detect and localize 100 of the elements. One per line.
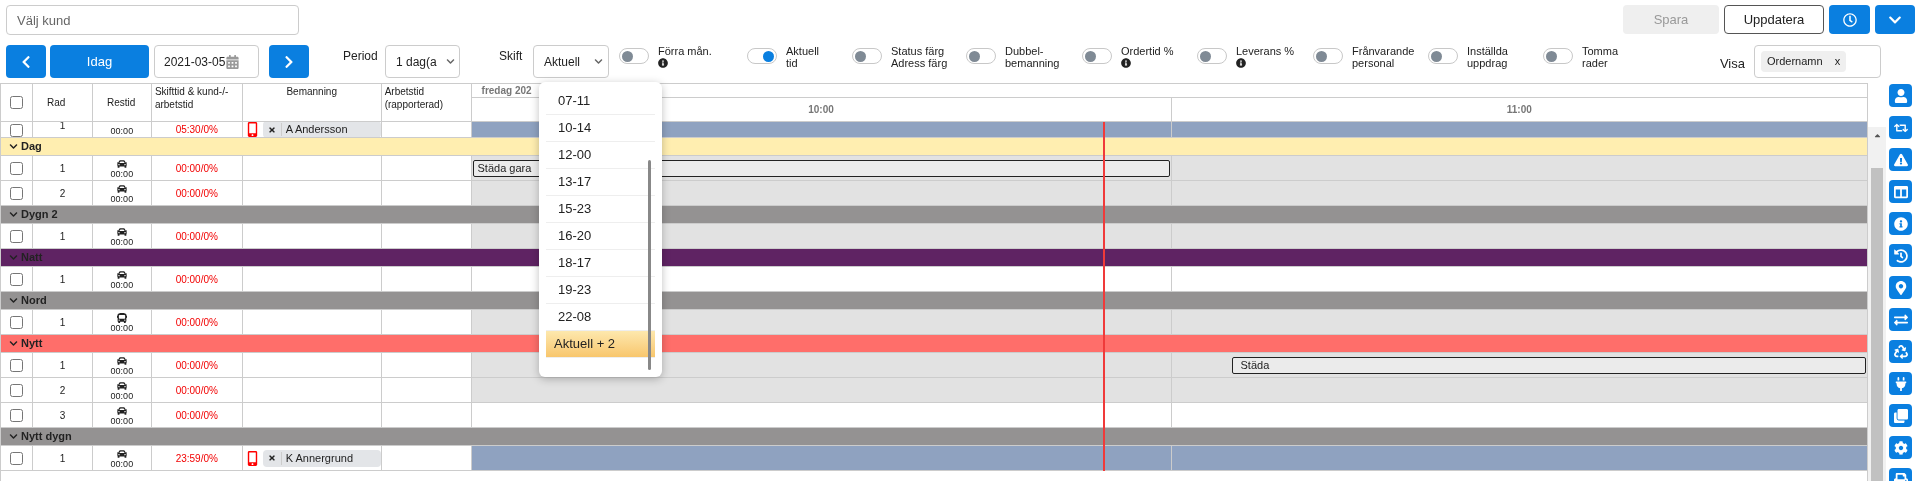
shift-time: 00:00/0% <box>175 315 218 330</box>
remove-icon[interactable] <box>267 454 276 462</box>
toggle-switch[interactable] <box>1428 48 1458 64</box>
toggle-switch[interactable] <box>852 48 882 64</box>
info-icon[interactable] <box>658 58 668 68</box>
scrollbar[interactable] <box>1868 127 1886 481</box>
shift-option[interactable]: 10-14 <box>546 115 655 142</box>
shift-time: 00:00/0% <box>175 229 218 244</box>
info-icon[interactable] <box>1236 58 1246 68</box>
travel-time: 00:00 <box>110 194 134 204</box>
row-number: 1 <box>59 359 66 373</box>
row-checkbox[interactable] <box>10 358 23 372</box>
sidebar-button[interactable] <box>1889 212 1912 235</box>
select-all-checkbox[interactable] <box>10 96 23 109</box>
row-checkbox[interactable] <box>10 272 23 286</box>
row-checkbox[interactable] <box>10 161 23 175</box>
travel-time: 00:00 <box>110 237 134 247</box>
shift-time: 00:00/0% <box>175 408 218 423</box>
group-label: Natt <box>21 250 43 266</box>
shift-time: 00:00/0% <box>175 186 218 201</box>
sidebar-button[interactable] <box>1889 276 1912 299</box>
row-checkbox[interactable] <box>10 408 23 422</box>
show-field[interactable]: Ordernamn x <box>1754 45 1881 78</box>
column-header: Restid <box>106 96 136 109</box>
toggle-label: Förra mån. <box>658 45 712 57</box>
toggle-switch[interactable] <box>619 48 649 64</box>
row-number: 1 <box>59 452 66 466</box>
clock-button[interactable] <box>1829 5 1870 34</box>
toggle-switch[interactable] <box>1197 48 1227 64</box>
date-field[interactable]: 2021-03-05 <box>154 45 259 78</box>
toggle-switch[interactable] <box>1313 48 1343 64</box>
sidebar-button[interactable] <box>1889 84 1912 107</box>
shift-label: Skift <box>499 48 524 65</box>
previous-day-button[interactable] <box>6 45 46 78</box>
group-row[interactable]: Nytt <box>1 335 472 352</box>
row-number: 3 <box>59 409 66 423</box>
task-block[interactable]: Städa <box>1231 356 1866 374</box>
sidebar-button[interactable] <box>1889 116 1912 139</box>
tag-chip[interactable]: Ordernamn x <box>1761 51 1847 72</box>
group-label: Dygn 2 <box>21 207 58 223</box>
row-checkbox[interactable] <box>10 124 23 137</box>
columns-icon <box>1893 184 1908 199</box>
customer-search-field[interactable]: Välj kund <box>6 5 299 35</box>
sidebar-button[interactable] <box>1889 436 1912 459</box>
shift-option[interactable]: 07-11 <box>546 88 655 115</box>
remove-icon[interactable] <box>267 125 276 134</box>
group-label: Nytt <box>21 336 43 352</box>
toggle-switch[interactable] <box>1543 48 1573 64</box>
sidebar-button[interactable] <box>1889 180 1912 203</box>
toggle-label: Status färg Adress färg <box>891 45 948 69</box>
travel-time: 00:00 <box>110 126 134 136</box>
hour-label: 10:00 <box>808 103 834 117</box>
period-select[interactable]: 1 dag(a <box>385 45 460 78</box>
row-checkbox[interactable] <box>10 383 23 397</box>
chevron-icon <box>9 142 18 151</box>
car-icon <box>116 381 127 391</box>
shift-option[interactable]: Aktuell + 2 <box>546 331 655 358</box>
shift-time: 05:30/0% <box>175 123 218 137</box>
remove-tag[interactable]: x <box>1834 53 1841 70</box>
sidebar-button[interactable] <box>1889 340 1912 363</box>
staff-chip[interactable]: K Annergrund <box>262 449 381 467</box>
travel-time: 00:00 <box>110 366 134 376</box>
calendar-icon[interactable] <box>226 54 240 69</box>
row-number: 1 <box>59 162 66 176</box>
sidebar-button[interactable] <box>1889 148 1912 171</box>
swap-arrows-icon <box>1893 312 1908 327</box>
dropdown-button[interactable] <box>1875 5 1915 34</box>
user-icon <box>1893 88 1908 103</box>
row-checkbox[interactable] <box>10 451 23 465</box>
travel-time: 00:00 <box>110 280 134 290</box>
staff-name: A Andersson <box>280 123 348 136</box>
column-header: Skifttid & kund-/-arbetstid <box>154 85 230 111</box>
column-header: Arbetstid (rapporterad) <box>384 85 444 111</box>
shift-time: 00:00/0% <box>175 383 218 398</box>
sidebar-button[interactable] <box>1889 308 1912 331</box>
row-checkbox[interactable] <box>10 229 23 243</box>
sidebar-button[interactable] <box>1889 244 1912 267</box>
group-row[interactable]: Dag <box>1 138 472 155</box>
update-button[interactable]: Uppdatera <box>1724 5 1824 34</box>
group-row[interactable]: Dygn 2 <box>1 206 472 223</box>
next-day-button[interactable] <box>269 45 309 78</box>
row-checkbox[interactable] <box>10 315 23 329</box>
info-icon[interactable] <box>1121 58 1131 68</box>
toggle-switch[interactable] <box>966 48 996 64</box>
map-pin-icon <box>1893 280 1908 295</box>
group-row[interactable]: Nytt dygn <box>1 428 472 445</box>
today-button[interactable]: Idag <box>50 45 149 78</box>
staff-chip[interactable]: A Andersson <box>262 122 381 137</box>
phone-icon <box>246 122 258 137</box>
shift-select[interactable]: Aktuell <box>533 45 609 78</box>
car-icon <box>116 270 127 280</box>
sidebar-button[interactable] <box>1889 404 1912 427</box>
car-icon <box>116 449 127 459</box>
row-checkbox[interactable] <box>10 186 23 200</box>
scroll-up-icon[interactable] <box>1872 131 1882 140</box>
shift-time: 23:59/0% <box>175 451 218 466</box>
toggle-switch[interactable] <box>747 48 777 64</box>
group-row[interactable]: Nord <box>1 292 472 309</box>
sidebar-button[interactable] <box>1889 372 1912 395</box>
toggle-switch[interactable] <box>1082 48 1112 64</box>
